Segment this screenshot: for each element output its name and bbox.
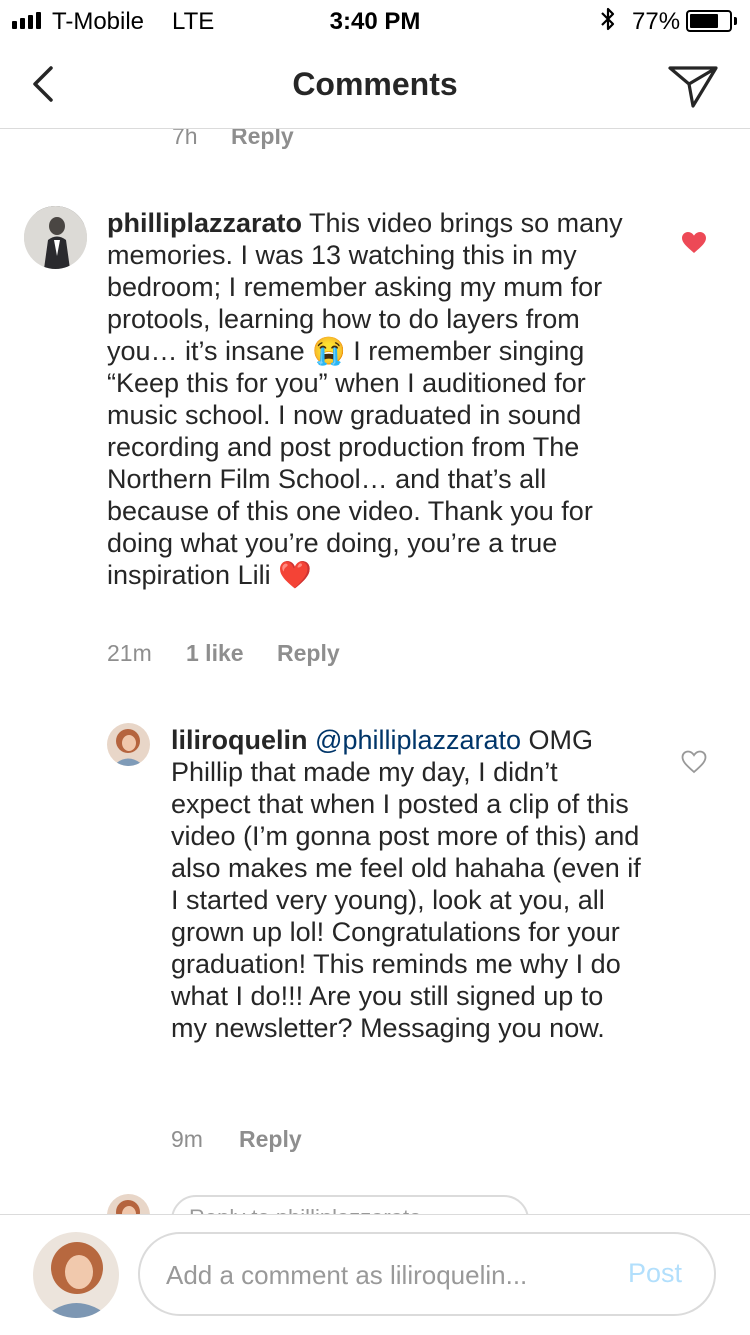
battery-icon xyxy=(686,10,737,32)
comment-time: 21m xyxy=(107,640,152,666)
avatar[interactable] xyxy=(24,206,87,269)
avatar xyxy=(107,1194,150,1214)
user-photo xyxy=(107,723,150,766)
page-title: Comments xyxy=(292,66,458,102)
user-photo xyxy=(33,1232,119,1318)
reply-time: 9m xyxy=(171,1126,203,1152)
like-button[interactable] xyxy=(681,750,707,779)
comment-body: philliplazzarato This video brings so ma… xyxy=(107,207,647,591)
reply-reply-button[interactable]: Reply xyxy=(239,1126,302,1153)
battery-percentage: 77% xyxy=(632,8,681,35)
comment-input[interactable] xyxy=(164,1252,588,1298)
user-photo xyxy=(107,1194,150,1214)
comment-time: 7h xyxy=(172,129,198,149)
status-bar: T-Mobile LTE 3:40 PM 77% xyxy=(0,0,750,40)
heart-filled-icon xyxy=(682,232,706,253)
share-button[interactable] xyxy=(666,62,722,110)
reply-body: liliroquelin @philliplazzarato OMG Phill… xyxy=(171,724,641,1044)
heart-outline-icon xyxy=(681,750,707,774)
comment-text: This video brings so many memories. I wa… xyxy=(107,208,623,590)
bluetooth-icon xyxy=(600,6,616,39)
reply-input-placeholder: Reply to philliplazzarato xyxy=(189,1205,421,1214)
navigation-header: Comments xyxy=(0,40,750,129)
comment-username[interactable]: philliplazzarato xyxy=(107,208,302,238)
reply-text: OMG Phillip that made my day, I didn’t e… xyxy=(171,725,641,1043)
avatar xyxy=(33,1232,119,1318)
reply-mention[interactable]: @philliplazzarato xyxy=(315,725,521,755)
reply-input[interactable]: Reply to philliplazzarato xyxy=(171,1195,529,1214)
previous-comment-meta: 7h xyxy=(172,129,198,150)
like-button[interactable] xyxy=(681,231,707,260)
comment-reply-button[interactable]: Reply xyxy=(277,640,340,667)
comment-composer: Post xyxy=(0,1214,750,1335)
comment-input-container[interactable]: Post xyxy=(138,1232,716,1316)
comments-list[interactable]: 7h Reply philliplazzarato This video bri… xyxy=(0,129,750,1214)
reply-username[interactable]: liliroquelin xyxy=(171,725,308,755)
comment-likes[interactable]: 1 like xyxy=(186,640,244,667)
post-button[interactable]: Post xyxy=(628,1258,682,1289)
paper-plane-icon xyxy=(668,66,718,108)
previous-comment-reply-button[interactable]: Reply xyxy=(231,129,294,150)
user-photo xyxy=(24,206,87,269)
avatar[interactable] xyxy=(107,723,150,766)
